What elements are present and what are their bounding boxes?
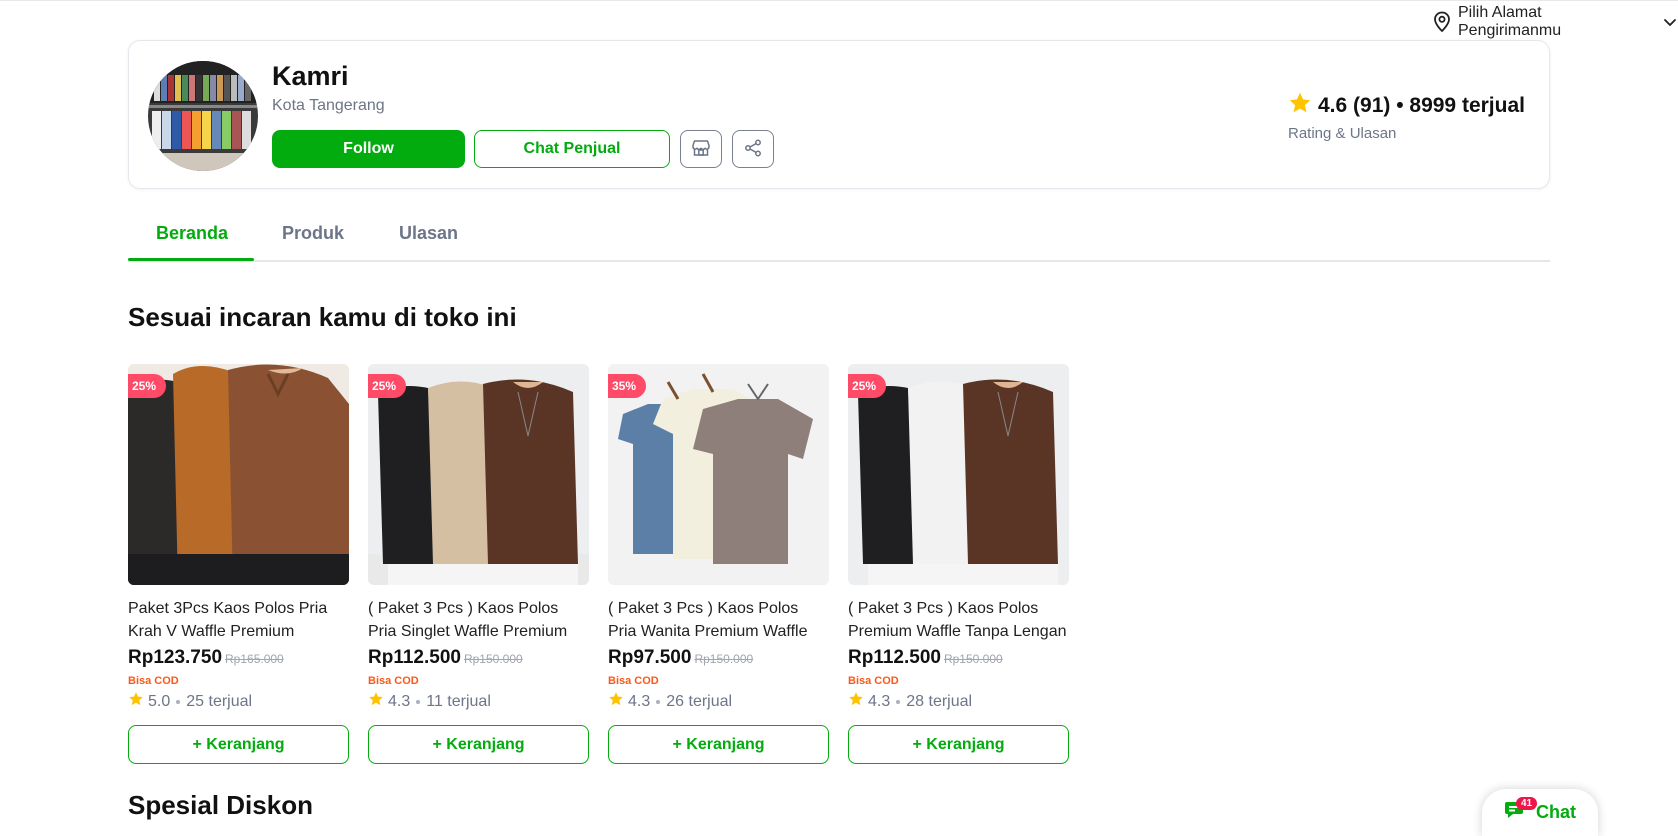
cod-label: Bisa COD [608, 675, 659, 687]
add-to-cart-button[interactable]: + Keranjang [608, 725, 829, 764]
active-tab-indicator [128, 258, 254, 261]
discount-badge: 25% [368, 374, 407, 404]
separator-dot [416, 699, 421, 704]
product-card[interactable]: 25% ( Paket 3 Pcs ) Kaos Polos Pria Sing… [368, 364, 589, 764]
follow-button[interactable]: Follow [272, 130, 465, 168]
product-rating: 4.3 [388, 692, 411, 710]
share-icon [744, 139, 762, 160]
top-divider [0, 0, 1678, 1]
product-rating: 4.3 [868, 692, 891, 710]
add-to-cart-button[interactable]: + Keranjang [368, 725, 589, 764]
section-title: Sesuai incaran kamu di toko ini [128, 302, 517, 332]
product-name[interactable]: Paket 3Pcs Kaos Polos Pria Krah V Waffle… [128, 597, 349, 643]
product-price: Rp112.500 [368, 647, 461, 668]
separator-dot [656, 699, 661, 704]
location-pin-icon [1432, 11, 1452, 33]
product-price: Rp97.500 [608, 647, 692, 668]
star-icon [1288, 91, 1312, 121]
shop-avatar[interactable] [148, 61, 258, 171]
cod-label: Bisa COD [368, 675, 419, 687]
shop-rating[interactable]: 4.6 (91) • 8999 terjual Rating & Ulasan [1288, 91, 1525, 142]
floating-chat-label: Chat [1536, 802, 1576, 822]
product-sold: 11 terjual [426, 692, 491, 710]
discount-badge: 35% [608, 374, 647, 404]
product-sold: 28 terjual [906, 692, 973, 710]
product-card[interactable]: 25% ( Paket 3 Pcs ) Kaos Polos Premium W… [848, 364, 1069, 764]
chat-unread-count: 41 [1516, 797, 1538, 810]
cod-label: Bisa COD [128, 675, 179, 687]
shop-location: Kota Tangerang [272, 97, 385, 114]
discount-badge: 25% [848, 374, 887, 404]
star-icon [368, 691, 384, 712]
product-rating: 4.3 [628, 692, 651, 710]
tab-ulasan[interactable]: Ulasan [399, 223, 458, 244]
add-to-cart-button[interactable]: + Keranjang [128, 725, 349, 764]
product-name[interactable]: ( Paket 3 Pcs ) Kaos Polos Pria Wanita P… [608, 597, 829, 643]
product-image[interactable]: 35% [608, 364, 829, 585]
separator-dot [176, 699, 181, 704]
share-shop-button[interactable] [732, 130, 774, 168]
tab-beranda[interactable]: Beranda [156, 223, 228, 244]
shop-header-card: Kamri Kota Tangerang Follow Chat Penjual… [128, 40, 1550, 189]
rating-caption: Rating & Ulasan [1288, 125, 1397, 142]
product-image[interactable]: 25% [128, 364, 349, 585]
product-card[interactable]: 35% ( Paket 3 Pcs ) Kaos Polos Pria Wani… [608, 364, 829, 764]
product-original-price: Rp150.000 [943, 652, 1003, 666]
shipping-address-selector[interactable]: Pilih Alamat Pengirimanmu [1432, 4, 1678, 39]
star-icon [608, 691, 624, 712]
shipping-address-label: Pilih Alamat Pengirimanmu [1458, 4, 1562, 39]
product-price: Rp123.750 [128, 647, 223, 668]
product-sold: 26 terjual [666, 692, 733, 710]
product-original-price: Rp150.000 [694, 652, 754, 666]
chevron-down-icon [1662, 14, 1678, 30]
shop-info-button[interactable] [680, 130, 722, 168]
separator-dot [896, 699, 901, 704]
chat-seller-button[interactable]: Chat Penjual [474, 130, 670, 168]
tab-produk[interactable]: Produk [282, 223, 344, 244]
store-icon [691, 139, 711, 160]
product-sold: 25 terjual [186, 692, 253, 710]
section-title-special-discount: Spesial Diskon [128, 790, 313, 820]
shop-name: Kamri [272, 61, 349, 91]
product-name[interactable]: ( Paket 3 Pcs ) Kaos Polos Premium Waffl… [848, 597, 1069, 643]
product-price: Rp112.500 [848, 647, 941, 668]
product-name[interactable]: ( Paket 3 Pcs ) Kaos Polos Pria Singlet … [368, 597, 589, 643]
cod-label: Bisa COD [848, 675, 899, 687]
discount-badge: 25% [128, 374, 167, 404]
product-image[interactable]: 25% [368, 364, 589, 585]
rating-summary: 4.6 (91) • 8999 terjual [1318, 94, 1525, 117]
star-icon [848, 691, 864, 712]
product-original-price: Rp165.000 [225, 652, 284, 666]
product-image[interactable]: 25% [848, 364, 1069, 585]
product-card[interactable]: 25% Paket 3Pcs Kaos Polos Pria Krah V Wa… [128, 364, 349, 764]
shop-tabs: Beranda Produk Ulasan [128, 213, 1550, 262]
product-original-price: Rp150.000 [463, 652, 523, 666]
star-icon [128, 691, 144, 712]
product-rating: 5.0 [148, 692, 171, 710]
add-to-cart-button[interactable]: + Keranjang [848, 725, 1069, 764]
floating-chat-button[interactable]: 41 Chat [1482, 789, 1598, 836]
